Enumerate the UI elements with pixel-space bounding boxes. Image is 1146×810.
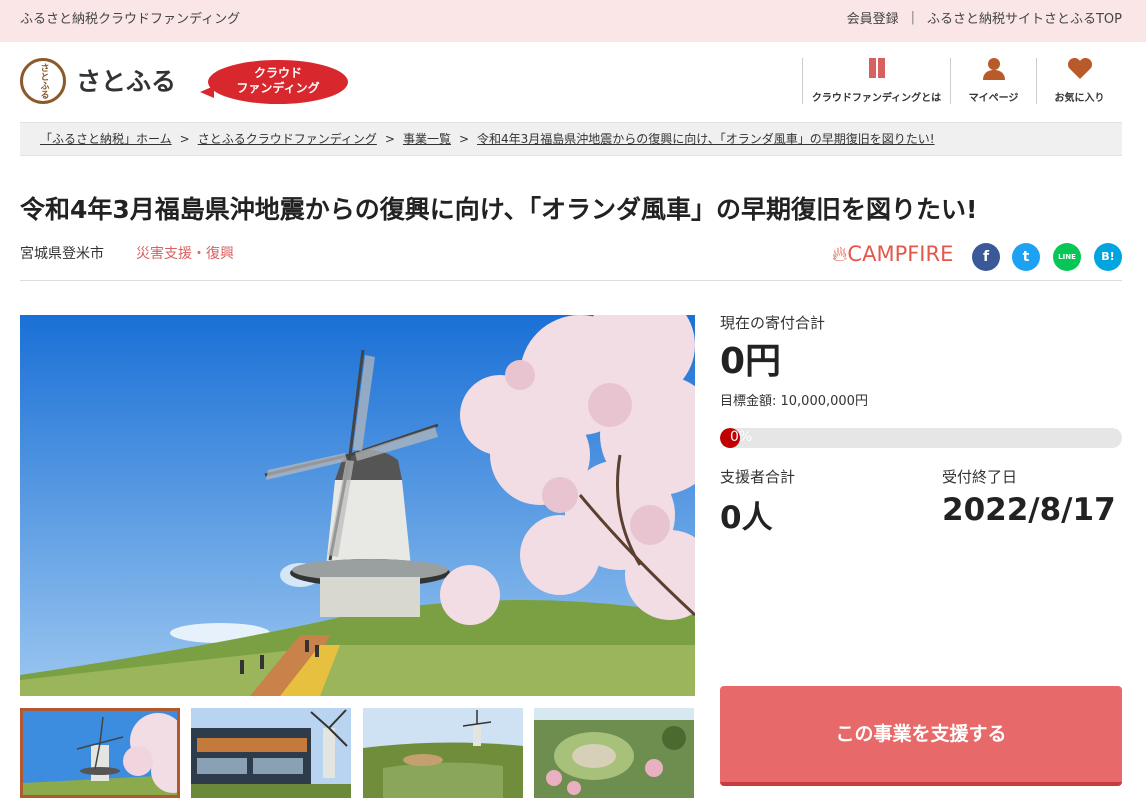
badge-line-1: クラウド <box>253 66 302 80</box>
title-divider <box>20 280 1122 281</box>
supporters-label: 支援者合計 <box>720 468 796 486</box>
line-share-icon[interactable]: LINE <box>1053 243 1081 271</box>
campfire-label: CAMPFIRE <box>847 242 954 266</box>
deadline-label: 受付終了日 <box>942 468 1018 486</box>
goal-amount: 目標金額: 10,000,000円 <box>720 394 868 409</box>
breadcrumb-separator: > <box>179 132 190 146</box>
current-total-label: 現在の寄付合計 <box>720 314 826 332</box>
breadcrumb-current[interactable]: 令和4年3月福島県沖地震からの復興に向け、「オランダ風車」の早期復旧を図りたい! <box>477 132 934 146</box>
deadline-value: 2022/8/17 <box>942 492 1116 528</box>
user-icon <box>982 56 1006 85</box>
logo-mark-text: さとふる <box>38 63 49 99</box>
project-location: 宮城県登米市 <box>20 246 104 262</box>
breadcrumb-crowdfunding[interactable]: さとふるクラウドファンディング <box>198 132 377 146</box>
logo-text[interactable]: さとふる <box>76 62 176 98</box>
heart-icon <box>1067 57 1093 85</box>
thumbnail-2[interactable] <box>191 708 351 798</box>
book-icon <box>867 56 887 85</box>
campfire-logo[interactable]: 🔥︎CAMPFIRE <box>832 242 953 267</box>
top-bar: ふるさと納税クラウドファンディング 会員登録 | ふるさと納税サイトさとふるTO… <box>0 0 1146 42</box>
main-project-image <box>20 315 695 696</box>
thumbnail-1[interactable] <box>20 708 180 798</box>
link-separator: | <box>910 10 915 25</box>
supporters-value: 0人 <box>720 500 773 536</box>
flame-icon: 🔥︎ <box>832 242 848 266</box>
breadcrumb-projects[interactable]: 事業一覧 <box>403 132 451 146</box>
breadcrumb-home[interactable]: 「ふるさと納税」ホーム <box>40 132 172 146</box>
project-category[interactable]: 災害支援・復興 <box>136 243 234 263</box>
logo-mark-icon[interactable]: さとふる <box>20 58 66 104</box>
current-total-value: 0円 <box>720 341 782 382</box>
breadcrumb-separator: > <box>458 132 470 146</box>
page-title: 令和4年3月福島県沖地震からの復興に向け、「オランダ風車」の早期復旧を図りたい! <box>20 195 978 224</box>
nav-about-crowdfunding[interactable]: クラウドファンディングとは <box>802 58 950 104</box>
member-register-link[interactable]: 会員登録 <box>847 8 899 27</box>
nav-label: クラウドファンディングとは <box>811 93 942 104</box>
nav-label: お気に入り <box>1054 93 1105 104</box>
satofull-top-link[interactable]: ふるさと納税サイトさとふるTOP <box>927 8 1122 27</box>
progress-percent: 0% <box>730 429 753 445</box>
breadcrumb: 「ふるさと納税」ホーム > さとふるクラウドファンディング > 事業一覧 > 令和4年3月福… <box>20 122 1122 156</box>
twitter-share-icon[interactable]: t <box>1012 243 1040 271</box>
thumbnail-4[interactable] <box>534 708 694 798</box>
progress-bar: 0% <box>720 428 1122 448</box>
nav-label: マイページ <box>968 93 1019 104</box>
nav-favorites[interactable]: お気に入り <box>1036 57 1122 104</box>
badge-line-2: ファンディング <box>236 81 320 95</box>
support-project-button[interactable]: この事業を支援する <box>720 686 1122 786</box>
crowdfunding-badge[interactable]: クラウド ファンディング <box>200 60 348 104</box>
top-links: 会員登録 | ふるさと納税サイトさとふるTOP <box>847 8 1122 27</box>
breadcrumb-separator: > <box>384 132 395 146</box>
thumbnail-3[interactable] <box>363 708 523 798</box>
nav-mypage[interactable]: マイページ <box>950 58 1036 104</box>
hatena-bookmark-icon[interactable]: B! <box>1094 243 1122 271</box>
facebook-share-icon[interactable]: f <box>972 243 1000 271</box>
site-name: ふるさと納税クラウドファンディング <box>20 12 241 27</box>
